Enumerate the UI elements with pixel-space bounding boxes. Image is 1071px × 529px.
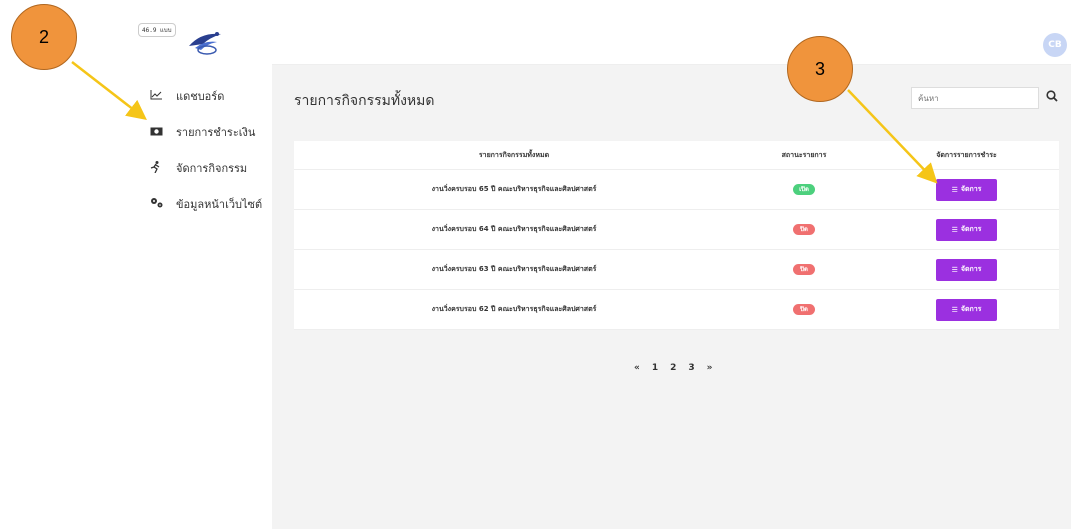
activity-name: งานวิ่งครบรอบ 65 ปี คณะบริหารธุรกิจและศิ… <box>431 185 597 193</box>
list-icon: ☰ <box>951 305 958 314</box>
sidebar-item-dashboard[interactable]: แดชบอร์ด <box>150 78 262 114</box>
search-input[interactable] <box>911 87 1039 109</box>
cogs-icon <box>150 197 172 211</box>
manage-button-label: จัดการ <box>960 225 982 233</box>
manage-button-label: จัดการ <box>960 265 982 273</box>
search-icon[interactable] <box>1046 90 1058 105</box>
activity-name: งานวิ่งครบรอบ 62 ปี คณะบริหารธุรกิจและศิ… <box>431 305 597 313</box>
list-icon: ☰ <box>951 225 958 234</box>
column-header-status: สถานะรายการ <box>781 150 827 159</box>
pagination-page-2[interactable]: 2 <box>670 363 676 373</box>
status-badge: ปิด <box>793 264 815 275</box>
activities-table: รายการกิจกรรมทั้งหมด สถานะรายการ จัดการร… <box>294 141 1059 330</box>
topbar: CB <box>272 25 1071 65</box>
manage-button[interactable]: ☰ จัดการ <box>936 258 997 281</box>
list-icon: ☰ <box>951 265 958 274</box>
sidebar-nav: แดชบอร์ด รายการชำระเงิน จัดการกิจกรรม ข้… <box>150 78 262 222</box>
manage-button-label: จัดการ <box>960 305 982 313</box>
money-bill-icon <box>150 126 172 139</box>
page-title: รายการกิจกรรมทั้งหมด <box>294 93 435 109</box>
status-badge: เปิด <box>793 184 815 195</box>
version-badge: 46.9 แบบ <box>138 23 176 37</box>
table-row: งานวิ่งครบรอบ 63 ปี คณะบริหารธุรกิจและศิ… <box>294 250 1059 290</box>
table-header: รายการกิจกรรมทั้งหมด สถานะรายการ จัดการร… <box>294 141 1059 170</box>
table-row: งานวิ่งครบรอบ 64 ปี คณะบริหารธุรกิจและศิ… <box>294 210 1059 250</box>
sidebar: 46.9 แบบ แดชบอร์ด รายการชำระเงิน จัดการก… <box>0 0 272 529</box>
callout-3: 3 <box>787 36 853 102</box>
list-icon: ☰ <box>951 185 958 194</box>
page: 46.9 แบบ แดชบอร์ด รายการชำระเงิน จัดการก… <box>0 0 1071 529</box>
sidebar-item-label: ข้อมูลหน้าเว็บไซต์ <box>176 198 263 211</box>
running-icon <box>150 160 172 176</box>
sidebar-item-website[interactable]: ข้อมูลหน้าเว็บไซต์ <box>150 186 262 222</box>
pagination: « 1 2 3 » <box>634 363 712 373</box>
callout-2: 2 <box>11 4 77 70</box>
pagination-page-1[interactable]: 1 <box>652 363 658 373</box>
pagination-page-3[interactable]: 3 <box>688 363 694 373</box>
sidebar-item-payments[interactable]: รายการชำระเงิน <box>150 114 262 150</box>
manage-button-label: จัดการ <box>960 185 982 193</box>
manage-button[interactable]: ☰ จัดการ <box>936 218 997 241</box>
activity-name: งานวิ่งครบรอบ 63 ปี คณะบริหารธุรกิจและศิ… <box>431 265 597 273</box>
column-header-activity: รายการกิจกรรมทั้งหมด <box>478 150 550 159</box>
sidebar-item-label: จัดการกิจกรรม <box>176 162 248 175</box>
column-header-manage: จัดการรายการชำระ <box>936 150 997 159</box>
pagination-prev[interactable]: « <box>634 363 640 373</box>
chart-line-icon <box>150 89 172 103</box>
avatar[interactable]: CB <box>1043 33 1067 57</box>
manage-button[interactable]: ☰ จัดการ <box>936 178 997 201</box>
table-row: งานวิ่งครบรอบ 65 ปี คณะบริหารธุรกิจและศิ… <box>294 170 1059 210</box>
sidebar-item-label: รายการชำระเงิน <box>176 126 256 139</box>
logo-icon <box>189 32 221 55</box>
status-badge: ปิด <box>793 224 815 235</box>
table-row: งานวิ่งครบรอบ 62 ปี คณะบริหารธุรกิจและศิ… <box>294 290 1059 330</box>
sidebar-item-activities[interactable]: จัดการกิจกรรม <box>150 150 262 186</box>
manage-button[interactable]: ☰ จัดการ <box>936 298 997 321</box>
status-badge: ปิด <box>793 304 815 315</box>
pagination-next[interactable]: » <box>707 363 713 373</box>
activity-name: งานวิ่งครบรอบ 64 ปี คณะบริหารธุรกิจและศิ… <box>431 225 597 233</box>
main-content: รายการกิจกรรมทั้งหมด รายการกิจกรรมทั้งหม… <box>272 65 1071 529</box>
sidebar-item-label: แดชบอร์ด <box>176 90 225 103</box>
